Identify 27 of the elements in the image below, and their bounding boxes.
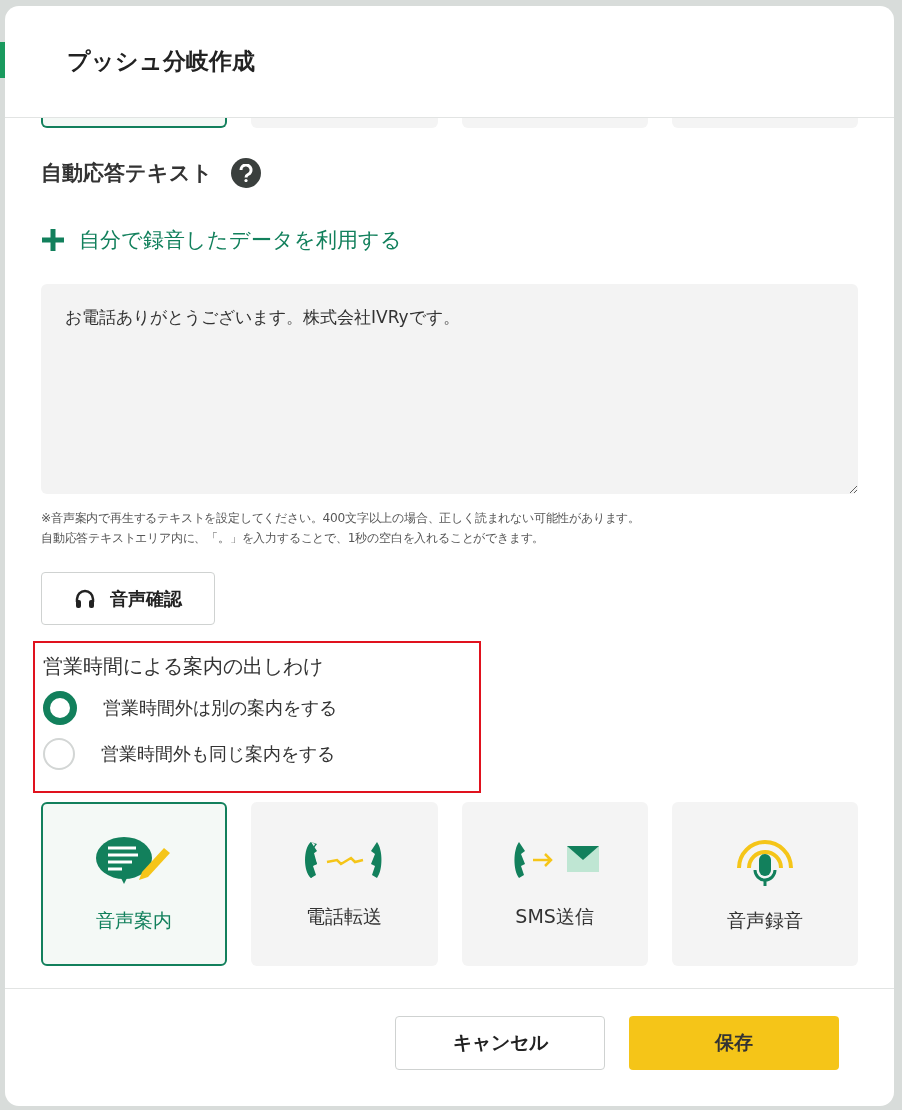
save-button[interactable]: 保存 (629, 1015, 839, 1070)
radio-option[interactable]: 営業時間外も同じ案内をする (43, 736, 479, 772)
option-label: 営業時間外も同じ案内をする (101, 742, 335, 766)
radio-icon[interactable] (43, 691, 77, 725)
card-label: 電話転送 (306, 904, 383, 929)
action-card[interactable]: 電話転送 (251, 802, 438, 966)
hint-text: 自動応答テキストエリア内に、「。」を入力することで、1秒の空白を入れることができます。 (41, 530, 546, 547)
headphones-icon (74, 587, 96, 610)
plus-icon (41, 228, 65, 252)
option-label: 営業時間外は別の案内をする (103, 696, 337, 720)
group-label: 営業時間による案内の出しわけ (43, 653, 324, 680)
field-label: 自動応答テキスト (41, 160, 213, 187)
preview-button[interactable]: 音声確認 (41, 572, 215, 625)
action-card[interactable]: SMS送信 (461, 802, 648, 966)
action-card[interactable]: 音声案内 (41, 802, 228, 966)
radio-option[interactable]: 営業時間外は別の案内をする (43, 690, 479, 726)
card-label: 音声録音 (726, 908, 803, 933)
card-label: 音声案内 (96, 908, 173, 933)
hint-text: ※音声案内で再生するテキストを設定してください。400文字以上の場合、正しく読まれない可能性があります。 (41, 510, 642, 527)
help-icon[interactable] (231, 158, 261, 188)
card-label: SMS送信 (515, 904, 594, 929)
answer-box[interactable]: お電話ありがとうございます。株式会社IVRyです。 (41, 284, 858, 494)
cancel-button[interactable]: キャンセル (395, 1015, 605, 1070)
action-card[interactable]: 音声録音 (671, 802, 858, 966)
dialog-title: プッシュ分岐作成 (67, 47, 255, 76)
action-card[interactable] (41, 118, 228, 128)
add-recording-link[interactable]: 自分で録音したデータを利用する (41, 226, 402, 254)
